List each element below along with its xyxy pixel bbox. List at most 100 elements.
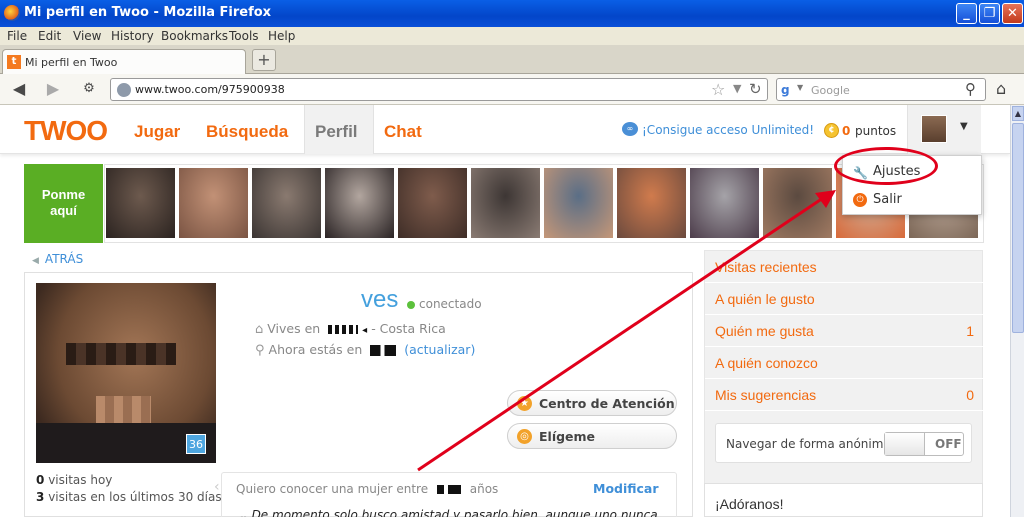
url-text[interactable]: www.twoo.com/975900938 <box>135 83 285 96</box>
quote-open-icon: „ <box>240 508 248 517</box>
points-value: 0 <box>842 124 851 138</box>
house-icon: ⌂ <box>255 322 264 337</box>
toggle-state: OFF <box>935 437 962 451</box>
visits-today-count: 0 <box>36 473 45 487</box>
twoo-favicon: t <box>7 55 21 69</box>
bio-content: De momento solo busco amistad y pasarlo … <box>251 508 658 517</box>
new-tab-button[interactable]: + <box>252 49 276 71</box>
points-label[interactable]: puntos <box>855 124 896 138</box>
menu-item-salir[interactable]: Salir <box>873 192 902 207</box>
nav-chat[interactable]: Chat <box>384 122 422 142</box>
nav-jugar[interactable]: Jugar <box>134 122 180 142</box>
sidebar-item-conozco[interactable]: A quién conozco <box>705 347 984 379</box>
member-thumbnail[interactable] <box>763 168 832 238</box>
nav-perfil[interactable]: Perfil <box>315 122 358 142</box>
photo-count-badge[interactable]: 36 <box>186 434 206 454</box>
now-label: Ahora estás en <box>268 342 363 357</box>
maximize-button[interactable]: ❐ <box>979 3 1000 24</box>
star-icon: ★ <box>517 396 532 411</box>
target-icon: ◎ <box>517 429 532 444</box>
unlimited-link[interactable]: ¡Consigue acceso Unlimited! <box>642 123 814 137</box>
tab-bar: t Mi perfil en Twoo + <box>0 45 1024 74</box>
username: ves <box>361 286 399 313</box>
menu-edit[interactable]: Edit <box>38 29 61 43</box>
sidebar-item-visitas[interactable]: Visitas recientes <box>705 251 984 283</box>
sidebar-item-count: 0 <box>966 387 974 403</box>
annotation-ellipse <box>834 147 938 185</box>
update-location-link[interactable]: (actualizar) <box>404 342 475 357</box>
avatar[interactable] <box>921 115 947 143</box>
lives-in-row: ⌂ Vives en ◂ - Costa Rica <box>255 321 446 337</box>
online-dot-icon <box>407 301 415 309</box>
user-menu-button[interactable]: ▼ <box>907 105 981 154</box>
member-thumbnail[interactable] <box>471 168 540 238</box>
tab-label: Mi perfil en Twoo <box>25 56 118 69</box>
window-title: Mi perfil en Twoo - Mozilla Firefox <box>24 5 272 20</box>
anonymous-toggle[interactable]: OFF <box>884 432 964 456</box>
profile-card: 36 0 visitas hoy 3 visitas en los último… <box>24 272 693 517</box>
page-content: TWOO Jugar Búsqueda Perfil Chat ∞ ¡Consi… <box>0 105 1010 517</box>
close-window-button[interactable]: ✕ <box>1002 3 1023 24</box>
online-status: conectado <box>419 297 482 311</box>
tab-mi-perfil[interactable]: t Mi perfil en Twoo <box>2 49 246 74</box>
site-header: TWOO Jugar Búsqueda Perfil Chat ∞ ¡Consi… <box>0 105 1010 154</box>
modify-link[interactable]: Modificar <box>593 481 659 496</box>
twoo-logo[interactable]: TWOO <box>24 115 108 147</box>
sidebar-item-label: A quién le gusto <box>715 291 815 307</box>
visits-30-days: 3 visitas en los últimos 30 días <box>36 490 222 504</box>
sidebar-item-le-gusto[interactable]: A quién le gusto <box>705 283 984 315</box>
ponme-line2: aquí <box>50 203 77 218</box>
back-link[interactable]: ◀ ATRÁS <box>32 252 83 266</box>
site-identity-icon[interactable]: ⚙ <box>78 79 100 99</box>
chevron-down-icon[interactable]: ▼ <box>960 121 968 132</box>
unlimited-icon[interactable]: ∞ <box>622 122 638 136</box>
back-label: ATRÁS <box>44 252 84 266</box>
reload-icon[interactable]: ↻ <box>749 80 762 98</box>
member-thumbnail[interactable] <box>106 168 175 238</box>
menu-help[interactable]: Help <box>268 29 295 43</box>
menu-view[interactable]: View <box>73 29 101 43</box>
menu-tools[interactable]: Tools <box>229 29 259 43</box>
minimize-button[interactable]: _ <box>956 3 977 24</box>
search-magnifier-icon[interactable]: ⚲ <box>965 80 976 98</box>
bio-text: „ De momento solo busco amistad y pasarl… <box>240 507 660 517</box>
member-thumbnail[interactable] <box>617 168 686 238</box>
member-thumbnail[interactable] <box>252 168 321 238</box>
redacted-age-range <box>436 485 461 494</box>
search-engine-dropdown-icon[interactable]: ▼ <box>797 83 803 92</box>
profile-photo[interactable]: 36 <box>36 283 216 463</box>
menu-file[interactable]: File <box>7 29 27 43</box>
mouth-blur <box>96 396 151 426</box>
ponme-aqui-button[interactable]: Ponme aquí <box>24 164 103 243</box>
scroll-up-icon[interactable]: ▲ <box>1012 106 1024 121</box>
anonymous-browsing-box: Navegar de forma anónima OFF <box>715 423 972 463</box>
member-thumbnail[interactable] <box>398 168 467 238</box>
toggle-knob[interactable] <box>885 433 925 455</box>
looking-for-box: ‹ Quiero conocer una mujer entre años Mo… <box>214 472 677 517</box>
member-thumbnail[interactable] <box>179 168 248 238</box>
url-dropdown-icon[interactable]: ▼ <box>733 82 741 95</box>
sidebar-item-me-gusta[interactable]: Quién me gusta 1 <box>705 315 984 347</box>
member-thumbnail[interactable] <box>544 168 613 238</box>
attention-center-button[interactable]: ★ Centro de Atención <box>507 390 677 416</box>
bookmark-star-icon[interactable]: ☆ <box>711 80 725 99</box>
sidebar-item-sugerencias[interactable]: Mis sugerencias 0 <box>705 379 984 411</box>
menu-history[interactable]: History <box>111 29 154 43</box>
search-bar[interactable]: g ▼ Google ⚲ <box>776 78 986 101</box>
nav-busqueda[interactable]: Búsqueda <box>206 122 288 142</box>
vertical-scrollbar[interactable]: ▲ <box>1010 105 1024 517</box>
firefox-icon <box>4 5 20 21</box>
visits-today: 0 visitas hoy <box>36 473 112 487</box>
menu-bookmarks[interactable]: Bookmarks <box>161 29 228 43</box>
google-icon[interactable]: g <box>781 83 795 97</box>
forward-arrow-icon[interactable]: ▶ <box>42 79 64 99</box>
member-thumbnail[interactable] <box>690 168 759 238</box>
pointer-left-icon: ‹ <box>214 479 220 495</box>
home-icon[interactable]: ⌂ <box>996 79 1006 98</box>
speaker-icon: ◂ <box>362 325 368 336</box>
url-bar[interactable]: www.twoo.com/975900938 ☆ ▼ ↻ <box>110 78 768 101</box>
scrollbar-thumb[interactable] <box>1012 123 1024 333</box>
eligeme-button[interactable]: ◎ Elígeme <box>507 423 677 449</box>
member-thumbnail[interactable] <box>325 168 394 238</box>
back-arrow-icon[interactable]: ◀ <box>8 79 30 99</box>
